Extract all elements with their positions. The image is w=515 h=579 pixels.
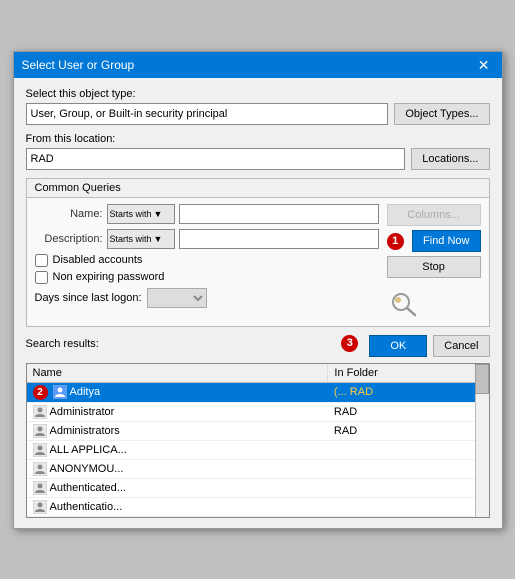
- table-row[interactable]: ANONYMOU...: [27, 459, 489, 478]
- results-table-container: Name In Folder 2 Aditya(... RAD Administ…: [26, 363, 490, 518]
- object-types-button[interactable]: Object Types...: [394, 103, 489, 125]
- non-expiring-label: Non expiring password: [53, 271, 165, 283]
- row-name-cell: Authenticated...: [27, 478, 328, 497]
- row-folder-cell: [328, 459, 488, 478]
- stop-button[interactable]: Stop: [387, 256, 481, 278]
- table-row[interactable]: Authenticatio...: [27, 497, 489, 516]
- row-folder-cell: [328, 497, 488, 516]
- table-row[interactable]: AdministratorRAD: [27, 402, 489, 421]
- close-button[interactable]: ✕: [474, 58, 494, 72]
- dialog-title: Select User or Group: [22, 58, 135, 72]
- col-folder: In Folder: [328, 364, 488, 383]
- disabled-accounts-row: Disabled accounts: [35, 254, 379, 267]
- disabled-accounts-checkbox[interactable]: [35, 254, 48, 267]
- object-type-input[interactable]: [26, 103, 389, 125]
- common-queries-group: Common Queries Name: Starts with ▼: [26, 178, 490, 327]
- row-name-cell: Administrators: [27, 421, 328, 440]
- table-row[interactable]: BATCH: [27, 516, 489, 518]
- non-expiring-row: Non expiring password: [35, 271, 379, 284]
- table-row[interactable]: Authenticated...: [27, 478, 489, 497]
- row-folder-cell: (... RAD: [328, 382, 488, 402]
- row-name-cell: ANONYMOU...: [27, 459, 328, 478]
- search-results-label: Search results:: [26, 338, 99, 350]
- disabled-accounts-label: Disabled accounts: [53, 254, 143, 266]
- ok-button[interactable]: OK: [369, 335, 427, 357]
- title-bar: Select User or Group ✕: [14, 52, 502, 78]
- description-input[interactable]: [179, 229, 379, 249]
- desc-filter-dropdown[interactable]: Starts with ▼: [107, 229, 175, 249]
- row-folder-cell: [328, 440, 488, 459]
- table-row[interactable]: 2 Aditya(... RAD: [27, 382, 489, 402]
- results-header-row: Search results: 3 OK Cancel: [26, 335, 490, 357]
- days-row: Days since last logon:: [35, 288, 379, 308]
- find-now-button[interactable]: Find Now: [412, 230, 480, 252]
- row-folder-cell: RAD: [328, 421, 488, 440]
- name-label: Name:: [35, 208, 103, 220]
- scrollbar-thumb[interactable]: [475, 364, 489, 394]
- table-row[interactable]: ALL APPLICA...: [27, 440, 489, 459]
- locations-button[interactable]: Locations...: [411, 148, 489, 170]
- row-name-cell: BATCH: [27, 516, 328, 518]
- object-type-row: Object Types...: [26, 103, 490, 125]
- ok-cancel-group: 3 OK Cancel: [341, 335, 489, 357]
- step2-badge: 2: [33, 385, 48, 400]
- results-table: Name In Folder 2 Aditya(... RAD Administ…: [27, 364, 489, 518]
- name-filter-dropdown[interactable]: Starts with ▼: [107, 204, 175, 224]
- name-input[interactable]: [179, 204, 379, 224]
- row-folder-cell: [328, 516, 488, 518]
- step3-badge: 3: [341, 335, 358, 352]
- row-folder-cell: RAD: [328, 402, 488, 421]
- days-label: Days since last logon:: [35, 292, 142, 304]
- query-buttons: Columns... 1 Find Now Stop: [387, 204, 481, 320]
- columns-button[interactable]: Columns...: [387, 204, 481, 226]
- table-row[interactable]: AdministratorsRAD: [27, 421, 489, 440]
- description-label: Description:: [35, 233, 103, 245]
- location-label: From this location:: [26, 133, 490, 145]
- search-icon-button[interactable]: [387, 288, 421, 320]
- row-name-cell: Authenticatio...: [27, 497, 328, 516]
- common-queries-tab[interactable]: Common Queries: [27, 179, 489, 198]
- name-filter-value: Starts with: [110, 209, 152, 219]
- row-name-cell: ALL APPLICA...: [27, 440, 328, 459]
- row-name-cell: 2 Aditya: [27, 382, 328, 402]
- non-expiring-checkbox[interactable]: [35, 271, 48, 284]
- select-user-dialog: Select User or Group ✕ Select this objec…: [13, 51, 503, 529]
- step1-badge: 1: [387, 233, 404, 250]
- scrollbar-track[interactable]: [475, 364, 489, 517]
- days-dropdown[interactable]: [147, 288, 207, 308]
- col-name: Name: [27, 364, 328, 383]
- location-row: Locations...: [26, 148, 490, 170]
- row-name-cell: Administrator: [27, 402, 328, 421]
- cancel-button[interactable]: Cancel: [433, 335, 489, 357]
- location-input[interactable]: [26, 148, 406, 170]
- desc-filter-value: Starts with: [110, 234, 152, 244]
- object-type-label: Select this object type:: [26, 88, 490, 100]
- row-folder-cell: [328, 478, 488, 497]
